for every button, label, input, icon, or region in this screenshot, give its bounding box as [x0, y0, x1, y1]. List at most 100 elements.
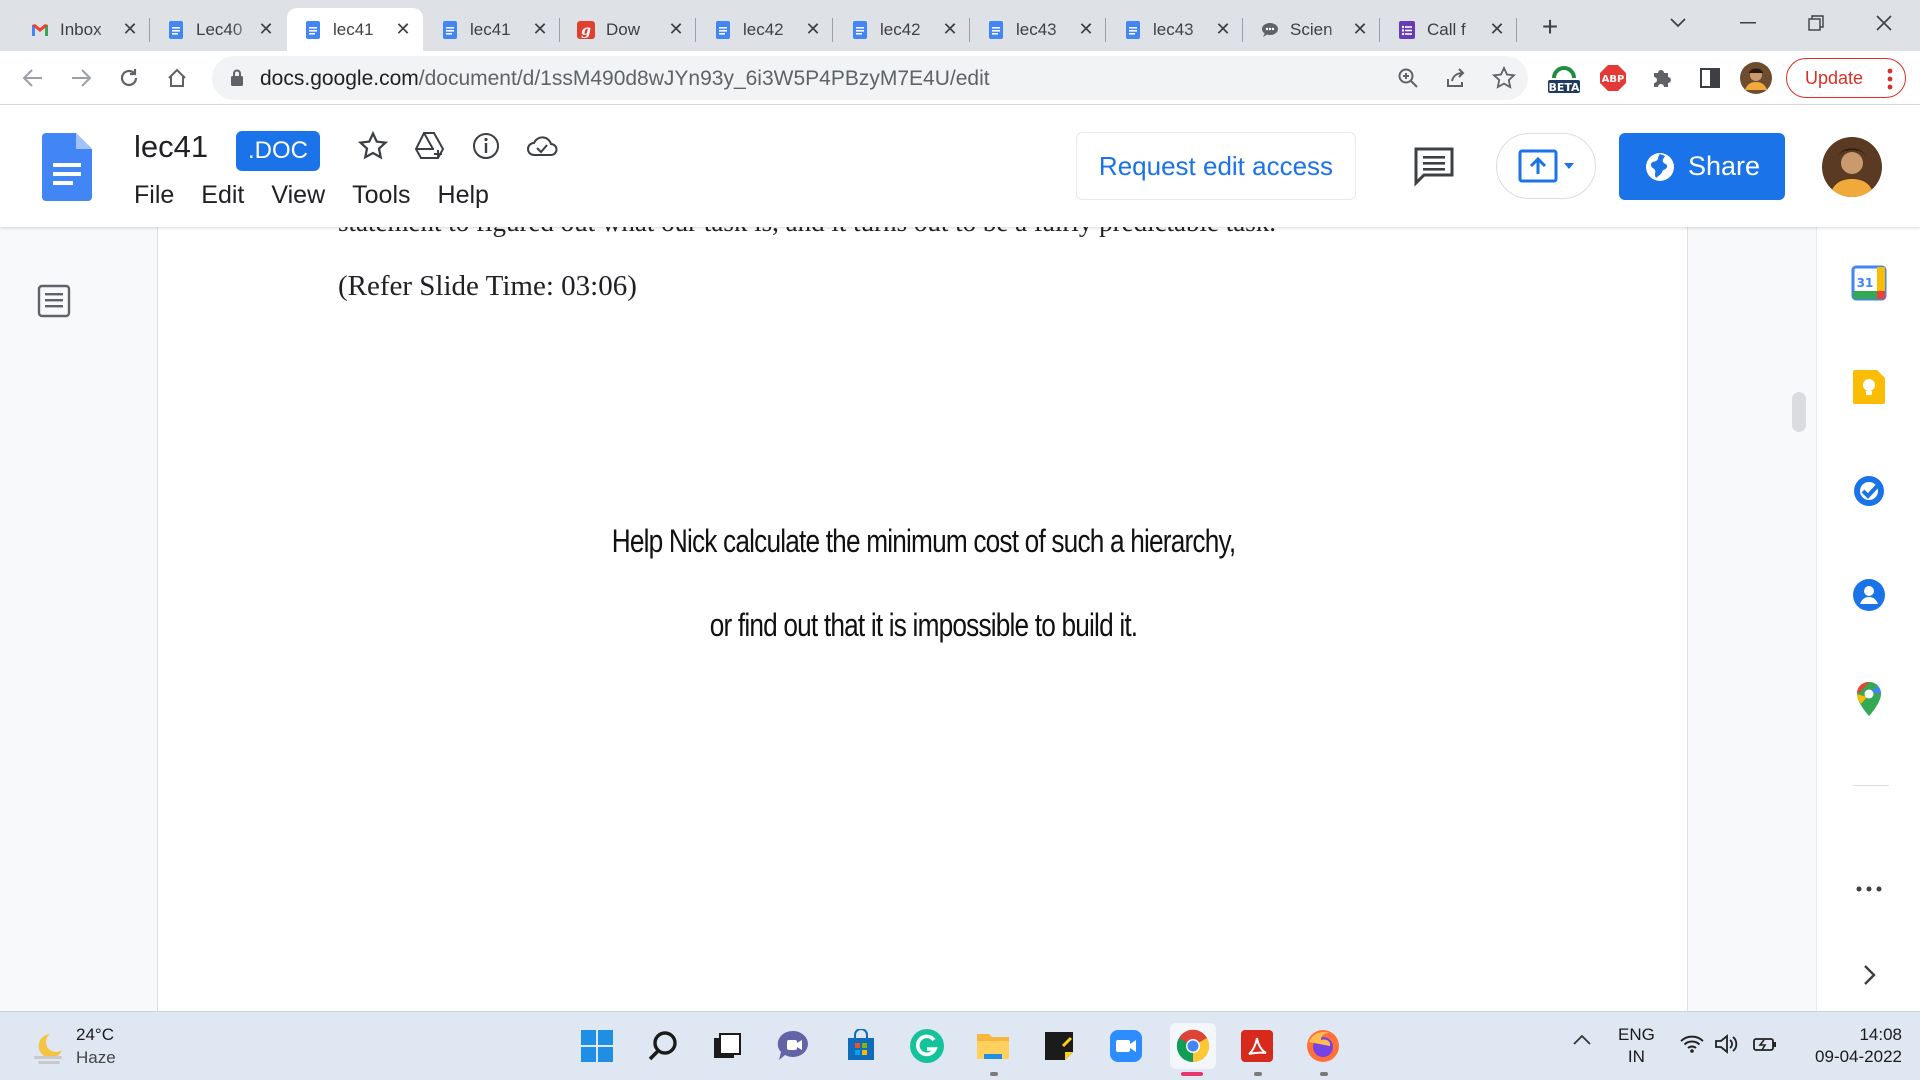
- share-page-icon[interactable]: [1443, 65, 1469, 91]
- address-bar[interactable]: docs.google.com/document/d/1ssM490d8wJYn…: [212, 56, 1528, 100]
- calendar-icon[interactable]: 31: [1849, 263, 1889, 303]
- tab-lec42[interactable]: lec42 ✕: [697, 8, 833, 51]
- clock-time: 14:08: [1859, 1025, 1902, 1044]
- tab-lec41-active[interactable]: lec41 ✕: [287, 8, 423, 51]
- windows-start-icon[interactable]: [577, 1026, 617, 1066]
- scrollbar-thumb[interactable]: [1792, 392, 1806, 432]
- reload-button[interactable]: [112, 61, 146, 95]
- close-icon[interactable]: ✕: [530, 19, 550, 40]
- close-icon[interactable]: ✕: [120, 19, 140, 40]
- grammarly-icon[interactable]: [907, 1026, 947, 1066]
- forward-button[interactable]: [64, 61, 98, 95]
- close-icon[interactable]: ✕: [1213, 19, 1233, 40]
- tab-lec40[interactable]: Lec40 ✕: [150, 8, 286, 51]
- tab-lec41[interactable]: lec41 ✕: [424, 8, 560, 51]
- menu-help[interactable]: Help: [438, 181, 489, 210]
- lock-icon[interactable]: [230, 69, 244, 87]
- task-view-icon[interactable]: [707, 1026, 747, 1066]
- more-vert-icon: [1887, 68, 1893, 90]
- tab-inbox[interactable]: Inbox ✕: [14, 8, 150, 51]
- beta-label: BETA: [1548, 81, 1580, 94]
- tab-call-for[interactable]: Call f ✕: [1381, 8, 1517, 51]
- teams-chat-icon[interactable]: [774, 1026, 814, 1066]
- microsoft-store-icon[interactable]: [841, 1026, 881, 1066]
- input-language-indicator[interactable]: ENG IN: [1618, 1024, 1655, 1068]
- side-panel-icon[interactable]: [1696, 62, 1724, 94]
- add-to-drive-icon[interactable]: [413, 129, 447, 163]
- docs-icon: [169, 20, 183, 39]
- close-icon[interactable]: ✕: [803, 19, 823, 40]
- tab-lec42-b[interactable]: lec42 ✕: [834, 8, 970, 51]
- contacts-icon[interactable]: [1849, 575, 1889, 615]
- moon-haze-icon: [34, 1034, 62, 1064]
- document-outline-icon[interactable]: [37, 284, 71, 318]
- info-icon[interactable]: [469, 129, 503, 163]
- bookmark-star-icon[interactable]: [1491, 65, 1517, 91]
- home-button[interactable]: [160, 61, 194, 95]
- tasks-icon[interactable]: [1849, 471, 1889, 511]
- document-title[interactable]: lec41: [134, 129, 208, 165]
- close-window-button[interactable]: [1856, 6, 1912, 40]
- close-icon[interactable]: ✕: [1487, 19, 1507, 40]
- cloud-saved-icon[interactable]: [525, 129, 559, 163]
- tab-science[interactable]: Scien ✕: [1244, 8, 1380, 51]
- menu-view[interactable]: View: [271, 181, 325, 210]
- extensions-puzzle-icon[interactable]: [1648, 62, 1676, 94]
- windows-taskbar: 24°C Haze ENG IN 14:08 09-04-2022: [0, 1011, 1920, 1080]
- menu-edit[interactable]: Edit: [201, 181, 244, 210]
- side-panel: 31: [1816, 227, 1920, 1011]
- adblock-icon[interactable]: ABP: [1598, 62, 1628, 94]
- close-icon[interactable]: ✕: [666, 19, 686, 40]
- menu-tools[interactable]: Tools: [352, 181, 410, 210]
- acrobat-icon[interactable]: [1237, 1026, 1277, 1066]
- g-red-icon: g: [577, 20, 595, 39]
- close-icon[interactable]: ✕: [940, 19, 960, 40]
- restore-button[interactable]: [1788, 6, 1844, 40]
- tab-title: lec42: [880, 19, 921, 39]
- document-page[interactable]: statement to figured out what our task i…: [157, 227, 1688, 1011]
- tab-download[interactable]: g Dow ✕: [560, 8, 696, 51]
- tab-lec43[interactable]: lec43 ✕: [970, 8, 1106, 51]
- wifi-icon[interactable]: [1680, 1034, 1704, 1054]
- zoom-app-icon[interactable]: [1106, 1026, 1146, 1066]
- share-button[interactable]: Share: [1619, 133, 1785, 200]
- maps-icon[interactable]: [1849, 679, 1889, 719]
- comment-history-icon[interactable]: [1412, 145, 1456, 187]
- beta-extension-icon[interactable]: BETA: [1546, 62, 1582, 94]
- battery-charging-icon[interactable]: [1752, 1034, 1778, 1054]
- request-edit-access-button[interactable]: Request edit access: [1076, 132, 1356, 200]
- present-button[interactable]: [1496, 133, 1596, 199]
- weather-widget[interactable]: 24°C Haze: [28, 1022, 168, 1072]
- system-clock[interactable]: 14:08 09-04-2022: [1792, 1024, 1902, 1068]
- google-docs-logo-icon[interactable]: [42, 133, 92, 201]
- file-explorer-icon[interactable]: [973, 1026, 1013, 1066]
- tab-search-chevron-icon[interactable]: [1650, 6, 1706, 40]
- close-icon[interactable]: ✕: [393, 19, 413, 40]
- keep-icon[interactable]: [1849, 367, 1889, 407]
- expand-panel-chevron-icon[interactable]: [1849, 955, 1889, 995]
- zoom-icon[interactable]: [1395, 65, 1421, 91]
- new-tab-button[interactable]: +: [1535, 11, 1565, 42]
- star-icon[interactable]: [356, 129, 390, 163]
- back-button[interactable]: [16, 61, 50, 95]
- close-icon[interactable]: ✕: [1076, 19, 1096, 40]
- tray-overflow-chevron-icon[interactable]: [1572, 1034, 1592, 1046]
- close-icon[interactable]: ✕: [256, 19, 276, 40]
- volume-icon[interactable]: [1714, 1034, 1740, 1054]
- firefox-icon[interactable]: [1303, 1026, 1343, 1066]
- menu-file[interactable]: File: [134, 181, 174, 210]
- update-button[interactable]: Update: [1786, 58, 1906, 98]
- chrome-icon-active[interactable]: [1170, 1023, 1216, 1069]
- abp-label: ABP: [1602, 74, 1625, 85]
- close-icon[interactable]: ✕: [1350, 19, 1370, 40]
- search-icon[interactable]: [643, 1026, 683, 1066]
- sticky-notes-icon[interactable]: [1039, 1026, 1079, 1066]
- docs-icon: [306, 20, 320, 39]
- account-avatar[interactable]: [1822, 137, 1882, 197]
- url-text[interactable]: docs.google.com/document/d/1ssM490d8wJYn…: [260, 67, 990, 91]
- tab-lec43-b[interactable]: lec43 ✕: [1107, 8, 1243, 51]
- more-horiz-icon[interactable]: [1849, 869, 1889, 909]
- minimize-button[interactable]: [1720, 6, 1776, 40]
- profile-avatar[interactable]: [1740, 62, 1772, 94]
- tab-title: lec42: [743, 19, 784, 39]
